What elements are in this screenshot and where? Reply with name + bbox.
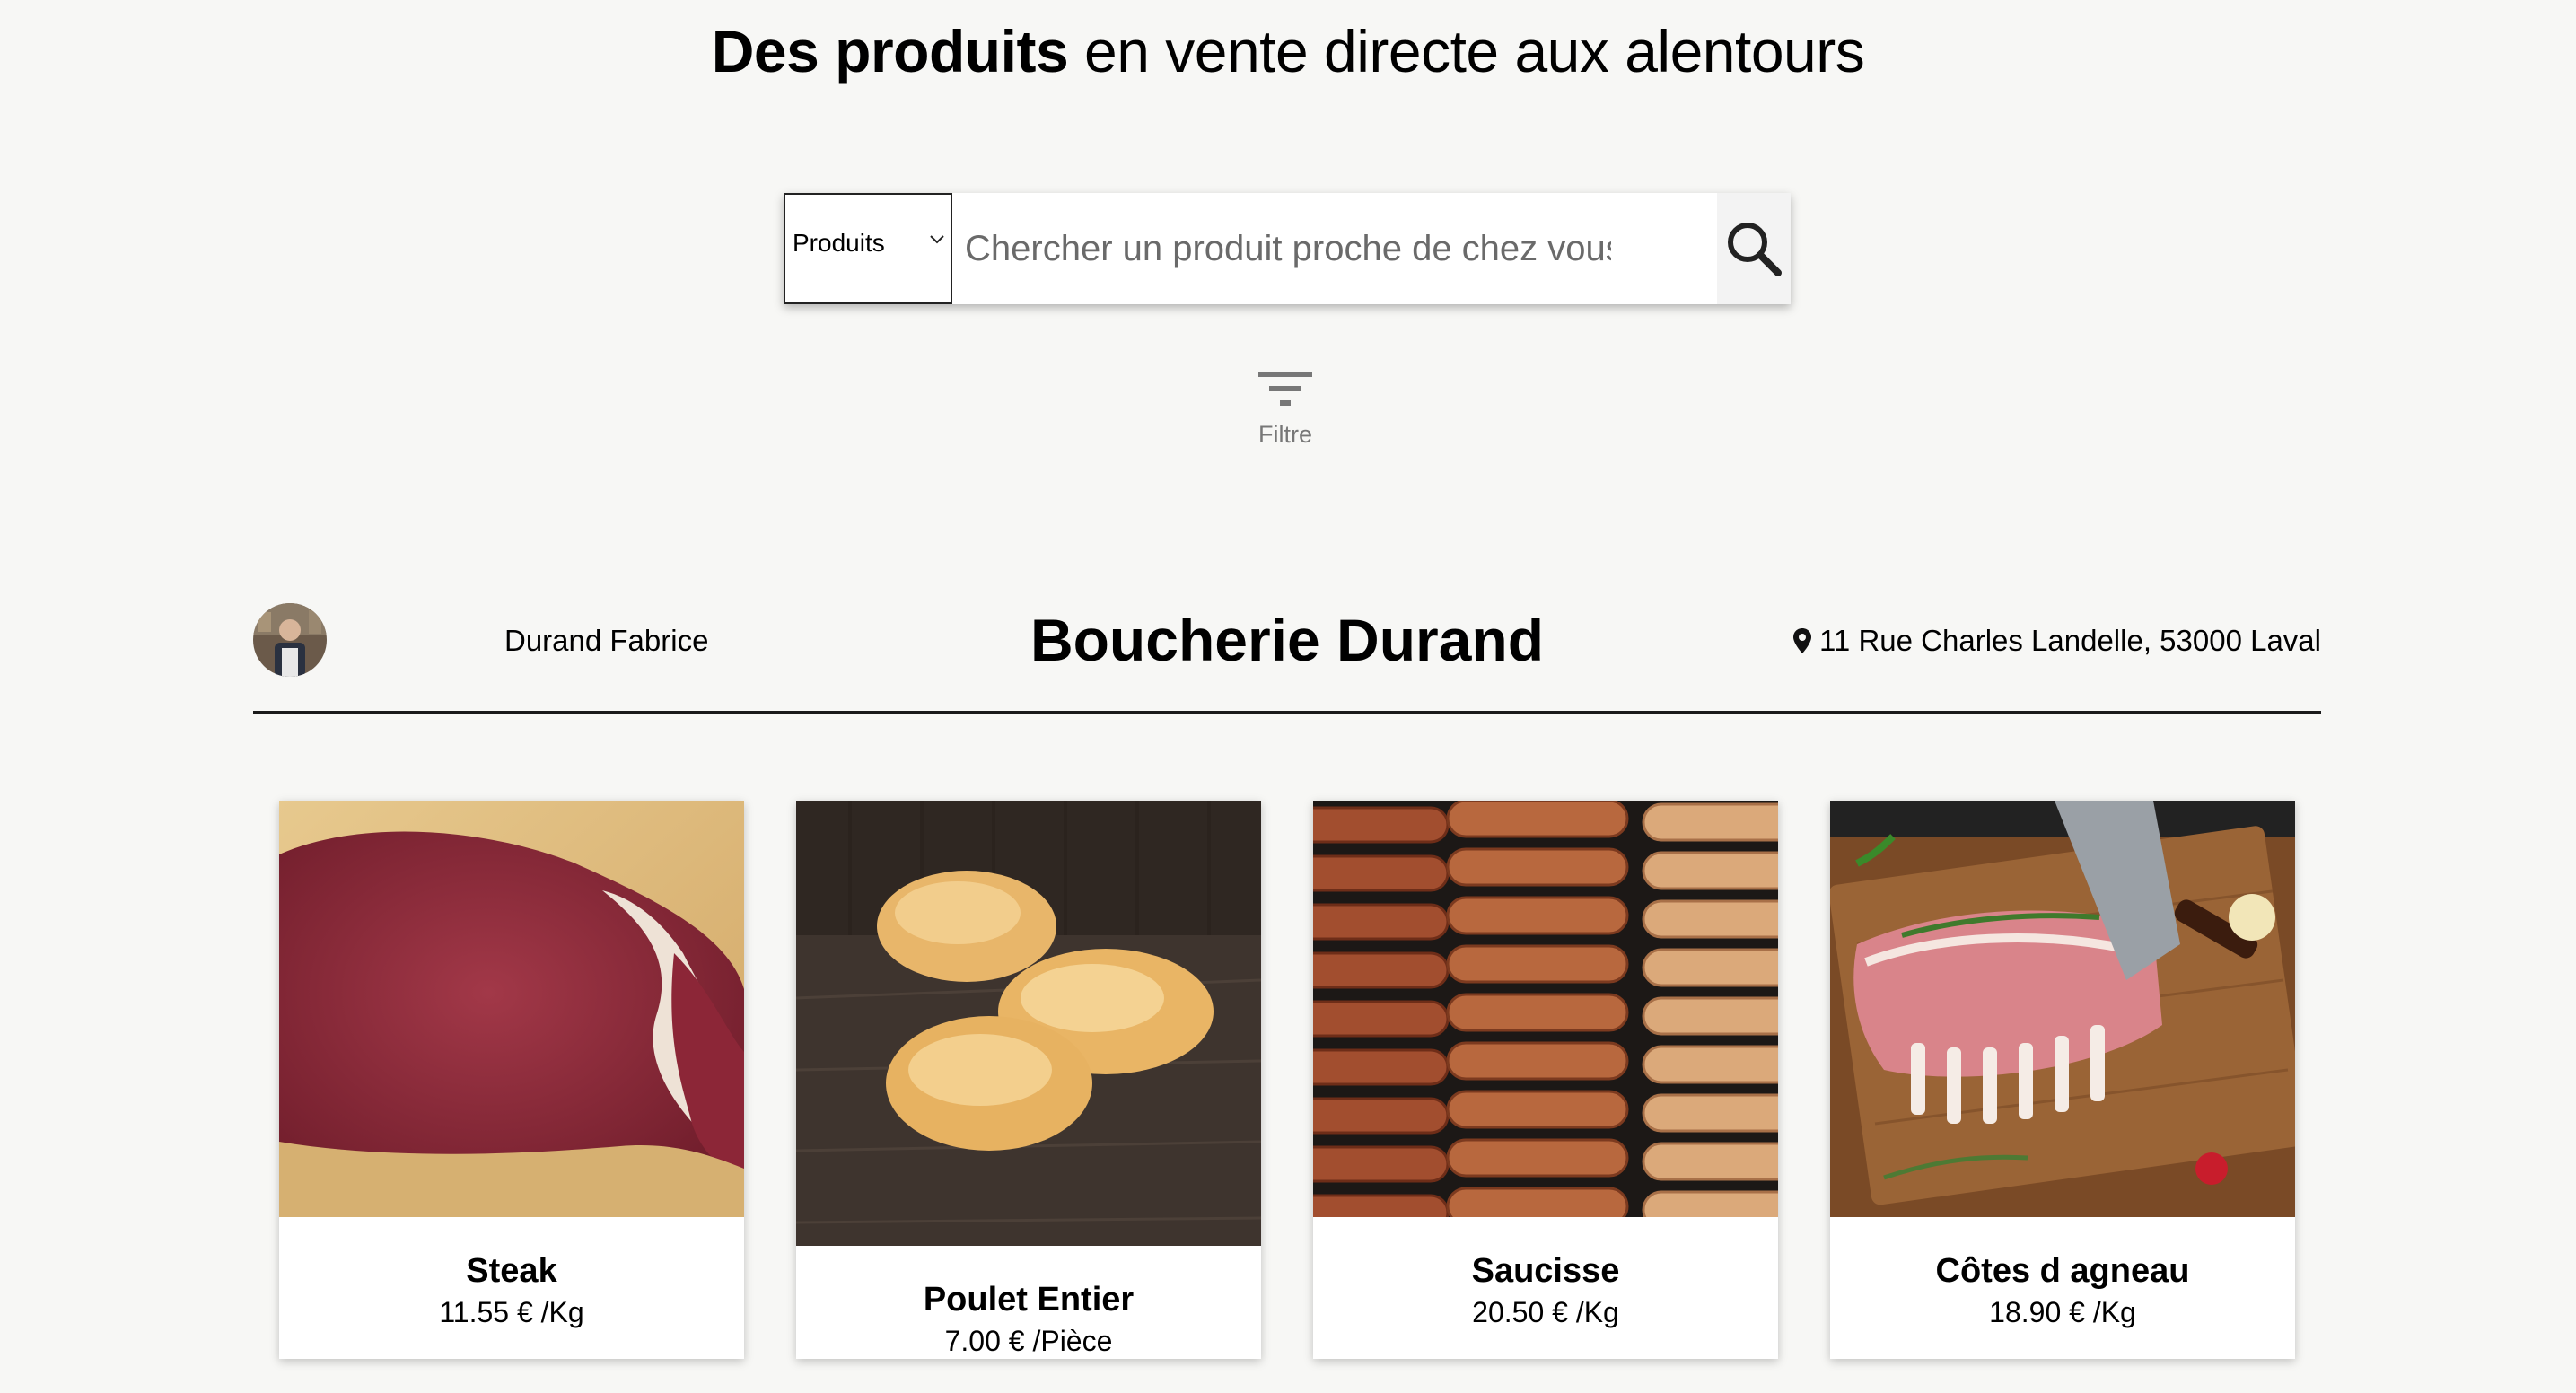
- product-card-steak[interactable]: Steak 11.55 € /Kg: [279, 801, 744, 1359]
- filter-label: Filtre: [1258, 421, 1312, 448]
- product-card-poulet-entier[interactable]: Poulet Entier 7.00 € /Pièce: [796, 801, 1261, 1359]
- product-price: 7.00 € /Pièce: [944, 1325, 1113, 1357]
- search-bar: Produits: [784, 193, 1791, 304]
- search-input[interactable]: [952, 193, 1611, 304]
- shop-address: 11 Rue Charles Landelle, 53000 Laval: [1792, 624, 2321, 658]
- product-name: Poulet Entier: [923, 1281, 1135, 1319]
- product-image-cotes-d-agneau: [1830, 801, 2295, 1217]
- divider: [253, 711, 2321, 714]
- product-image-steak: [279, 801, 744, 1217]
- headline-bold: Des produits: [711, 18, 1069, 84]
- product-name: Côtes d agneau: [1935, 1252, 2190, 1290]
- product-image-poulet-entier: [796, 801, 1261, 1246]
- map-pin-icon: [1793, 628, 1812, 653]
- search-icon: [1728, 223, 1782, 276]
- shop-header: Durand Fabrice Boucherie Durand 11 Rue C…: [253, 597, 2321, 714]
- product-price: 11.55 € /Kg: [439, 1296, 584, 1328]
- category-select-value: Produits: [793, 229, 885, 257]
- product-price: 18.90 € /Kg: [1989, 1296, 2136, 1328]
- category-select[interactable]: Produits: [784, 193, 952, 304]
- page-headline: Des produits en vente directe aux alento…: [0, 13, 2576, 90]
- shop-address-text: 11 Rue Charles Landelle, 53000 Laval: [1819, 624, 2321, 657]
- filter-button[interactable]: Filtre: [1239, 368, 1332, 449]
- product-name: Saucisse: [1471, 1252, 1620, 1290]
- product-price: 20.50 € /Kg: [1472, 1296, 1619, 1328]
- product-image-saucisse: [1313, 801, 1778, 1217]
- filter-icon: [1258, 372, 1312, 406]
- headline-rest: en vente directe aux alentours: [1068, 18, 1865, 84]
- chevron-down-icon: [930, 235, 944, 244]
- search-button[interactable]: [1717, 193, 1791, 304]
- product-card-saucisse[interactable]: Saucisse 20.50 € /Kg: [1313, 801, 1778, 1359]
- product-name: Steak: [466, 1252, 557, 1290]
- product-card-cotes-d-agneau[interactable]: Côtes d agneau 18.90 € /Kg: [1830, 801, 2295, 1359]
